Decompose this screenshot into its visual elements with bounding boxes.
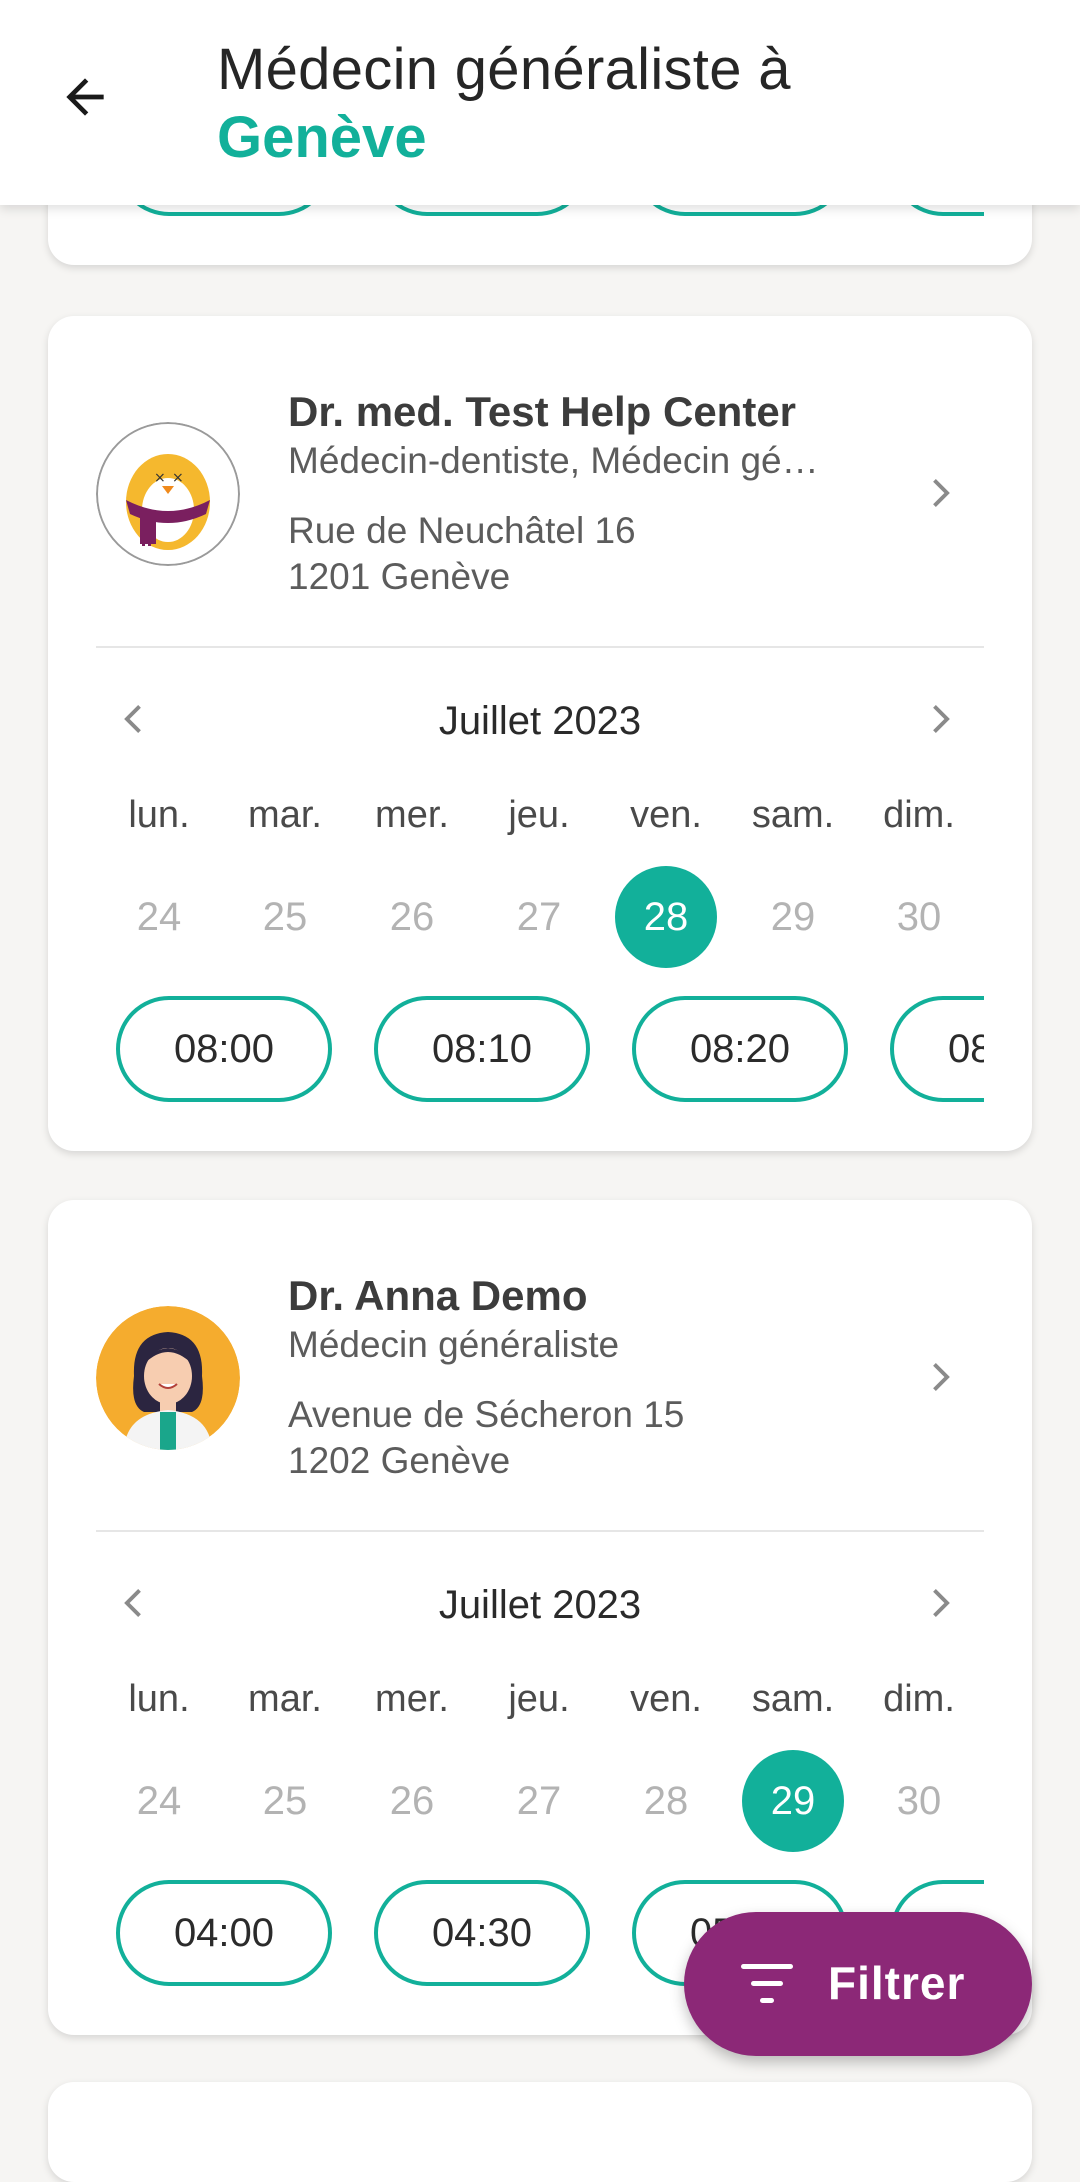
weekday-label: mar. bbox=[248, 1678, 322, 1720]
weekday-label: jeu. bbox=[508, 1678, 570, 1720]
doctor-card: × × Dr. med. Test Help Center Médecin-de… bbox=[48, 316, 1032, 1151]
calendar-day-selected[interactable]: 28 bbox=[615, 866, 717, 968]
time-slot[interactable]: 04:00 bbox=[116, 1880, 332, 1986]
female-doctor-avatar bbox=[96, 1306, 240, 1450]
weekday-label: ven. bbox=[630, 794, 702, 836]
doctor-name: Dr. med. Test Help Center bbox=[288, 388, 797, 435]
calendar-month: Juillet 2023 bbox=[438, 699, 642, 743]
next-week-button[interactable] bbox=[918, 1580, 964, 1626]
weekday-label: sam. bbox=[751, 1678, 835, 1720]
divider bbox=[96, 1530, 984, 1532]
doctor-address-street: Avenue de Sécheron 15 bbox=[288, 1394, 685, 1435]
calendar-day[interactable]: 24 bbox=[108, 1750, 210, 1852]
chevron-right-icon bbox=[933, 704, 950, 734]
page-title: Médecin généraliste à bbox=[217, 37, 791, 102]
doctor-specialty: Médecin généraliste bbox=[288, 1324, 620, 1365]
calendar-day-selected[interactable]: 29 bbox=[742, 1750, 844, 1852]
next-week-button[interactable] bbox=[918, 696, 964, 742]
filter-button-label: Filtrer bbox=[828, 1957, 966, 2009]
weekday-label: lun. bbox=[128, 794, 190, 836]
filter-icon bbox=[741, 1964, 793, 2003]
time-slot[interactable]: 04:30 bbox=[374, 1880, 590, 1986]
calendar-day[interactable]: 28 bbox=[615, 1750, 717, 1852]
doctor-card-next bbox=[48, 2082, 1032, 2182]
svg-text:×: × bbox=[154, 470, 166, 486]
time-slot[interactable]: 08:20 bbox=[632, 996, 848, 1102]
time-slots: 08:00 08:10 08:20 08:30 bbox=[96, 996, 984, 1104]
calendar-day[interactable]: 25 bbox=[234, 866, 336, 968]
calendar-day[interactable]: 25 bbox=[234, 1750, 336, 1852]
arrow-left-icon bbox=[66, 78, 104, 116]
chevron-right-icon bbox=[933, 1362, 950, 1392]
calendar-day[interactable]: 29 bbox=[742, 866, 844, 968]
calendar-day[interactable]: 24 bbox=[108, 866, 210, 968]
chevron-right-icon bbox=[933, 1588, 950, 1618]
calendar-day[interactable]: 27 bbox=[488, 866, 590, 968]
weekday-label: dim. bbox=[883, 794, 955, 836]
time-slot[interactable]: 08:10 bbox=[374, 996, 590, 1102]
divider bbox=[96, 646, 984, 648]
weekday-label: dim. bbox=[883, 1678, 955, 1720]
calendar-day[interactable]: 27 bbox=[488, 1750, 590, 1852]
weekday-label: ven. bbox=[630, 1678, 702, 1720]
doctor-address-city: 1202 Genève bbox=[288, 1440, 511, 1481]
doctor-address-street: Rue de Neuchâtel 16 bbox=[288, 510, 636, 551]
time-slot[interactable]: 08:00 bbox=[116, 996, 332, 1102]
weekday-label: mer. bbox=[375, 794, 449, 836]
filter-button[interactable]: Filtrer bbox=[684, 1912, 1032, 2056]
app-bar: Médecin généraliste à Genève bbox=[0, 0, 1080, 205]
open-profile-button[interactable] bbox=[918, 470, 964, 516]
doctor-address-city: 1201 Genève bbox=[288, 556, 511, 597]
calendar-day[interactable]: 30 bbox=[868, 866, 970, 968]
page-title-location: Genève bbox=[217, 105, 427, 170]
penguin-avatar: × × bbox=[96, 422, 240, 566]
calendar-day[interactable]: 30 bbox=[868, 1750, 970, 1852]
weekday-label: mer. bbox=[375, 1678, 449, 1720]
doctor-card: Dr. Anna Demo Médecin généraliste Avenue… bbox=[48, 1200, 1032, 2035]
calendar-day[interactable]: 26 bbox=[361, 866, 463, 968]
weekday-label: sam. bbox=[751, 794, 835, 836]
back-button[interactable] bbox=[50, 62, 120, 132]
weekday-label: jeu. bbox=[508, 794, 570, 836]
weekday-label: lun. bbox=[128, 1678, 190, 1720]
calendar-month: Juillet 2023 bbox=[438, 1583, 642, 1627]
doctor-specialty: Médecin-dentiste, Médecin généraliste bbox=[288, 440, 828, 481]
calendar-day[interactable]: 26 bbox=[361, 1750, 463, 1852]
doctor-name: Dr. Anna Demo bbox=[288, 1272, 588, 1319]
open-profile-button[interactable] bbox=[918, 1354, 964, 1400]
chevron-right-icon bbox=[933, 478, 950, 508]
weekday-label: mar. bbox=[248, 794, 322, 836]
time-slot[interactable]: 08:30 bbox=[890, 996, 984, 1102]
svg-text:×: × bbox=[172, 470, 184, 486]
